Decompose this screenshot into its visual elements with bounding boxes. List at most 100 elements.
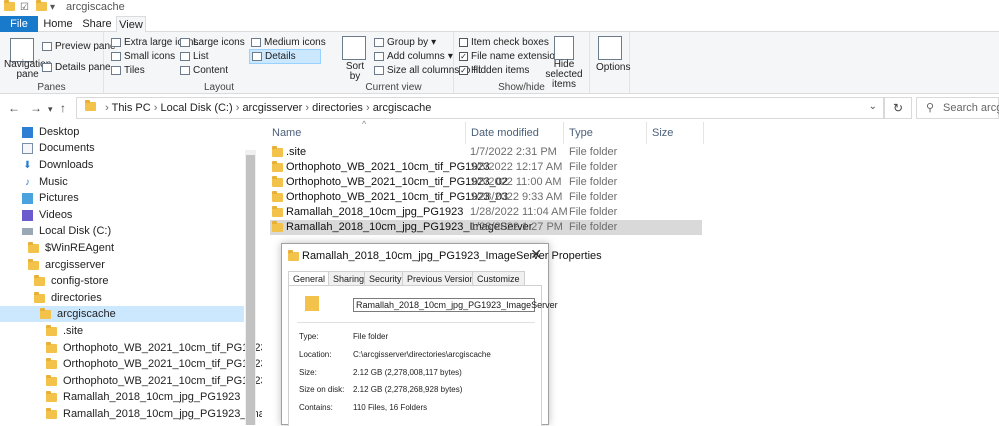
search-box[interactable]: ⚲ Search arcgisca xyxy=(916,97,999,119)
sort-ascending-icon: ^ xyxy=(362,119,367,129)
dialog-body: Ramallah_2018_10cm_jpg_PG1923_ImageServe… xyxy=(288,285,558,426)
title-bar: ☑ ▾ arcgiscache xyxy=(0,0,999,16)
tab-home[interactable]: Home xyxy=(38,16,78,32)
sort-by-button[interactable]: Sort by xyxy=(342,62,368,82)
recent-dropdown-icon[interactable]: ▾ xyxy=(48,104,53,115)
address-bar[interactable]: › This PC › Local Disk (C:) › arcgisserv… xyxy=(76,97,884,119)
layout-medium-icons[interactable]: Medium icons xyxy=(251,37,326,48)
add-columns-button[interactable]: Add columns ▾ xyxy=(374,51,453,62)
options-button[interactable]: Options xyxy=(596,62,630,73)
nav-item-config-store[interactable]: config-store xyxy=(34,273,108,289)
layout-details[interactable]: Details xyxy=(249,49,321,64)
videos-icon xyxy=(22,209,33,221)
pictures-icon xyxy=(22,192,33,204)
new-folder-quick-icon[interactable] xyxy=(36,0,47,14)
folder-icon xyxy=(34,274,45,286)
nav-item-pictures[interactable]: Pictures xyxy=(22,190,79,206)
nav-item-downloads[interactable]: ⬇ Downloads xyxy=(22,157,93,173)
nav-item-desktop[interactable]: Desktop xyxy=(22,124,79,140)
quick-access-dropdown-icon[interactable]: ▾ xyxy=(50,2,55,13)
group-layout: Extra large icons Large icons Medium ico… xyxy=(104,32,334,94)
folder-icon xyxy=(4,0,15,14)
tab-security[interactable]: Security xyxy=(364,271,407,286)
layout-tiles[interactable]: Tiles xyxy=(111,65,145,76)
folder-icon xyxy=(46,390,57,402)
file-row[interactable]: Orthophoto_WB_2021_10cm_tif_PG1923_03 1/2… xyxy=(270,190,702,205)
panes-label: Panes xyxy=(37,82,66,93)
folder-icon xyxy=(34,291,45,303)
file-row[interactable]: Orthophoto_WB_2021_10cm_tif_PG1923_02 1/8… xyxy=(270,175,702,190)
nav-scrollbar-thumb[interactable] xyxy=(246,155,255,425)
folder-icon xyxy=(28,258,39,270)
music-icon: ♪ xyxy=(25,176,30,188)
folder-icon xyxy=(46,357,57,369)
file-row-selected[interactable]: Ramallah_2018_10cm_jpg_PG1923_ImageServe… xyxy=(270,220,702,235)
nav-item-videos[interactable]: Videos xyxy=(22,207,72,223)
crumb-local-disk[interactable]: Local Disk (C:) xyxy=(161,102,233,114)
group-by-button[interactable]: Group by ▾ xyxy=(374,37,436,48)
crumb-arcgisserver[interactable]: arcgisserver xyxy=(242,102,302,114)
refresh-icon: ↻ xyxy=(892,101,904,115)
layout-content[interactable]: Content xyxy=(180,65,228,76)
crumb-arcgiscache[interactable]: arcgiscache xyxy=(373,102,432,114)
details-pane-icon xyxy=(42,63,52,72)
tab-view[interactable]: View xyxy=(116,16,146,33)
nav-item-directories[interactable]: directories xyxy=(34,290,102,306)
layout-list[interactable]: List xyxy=(180,51,209,62)
hidden-items-toggle[interactable]: ✓ Hidden items xyxy=(459,65,529,76)
column-header-name[interactable]: Name xyxy=(272,125,301,141)
layout-large-icons[interactable]: Large icons xyxy=(180,37,245,48)
search-input[interactable]: Search arcgisca xyxy=(943,102,999,114)
navigation-pane-button[interactable]: Navigation pane xyxy=(4,60,51,80)
folder-icon xyxy=(272,191,283,202)
ribbon: Navigation pane Preview pane Details pan… xyxy=(0,32,999,94)
prop-location-value: C:\arcgisserver\directories\arcgiscache xyxy=(353,350,491,359)
refresh-button[interactable]: ↻ xyxy=(884,97,912,119)
hide-selected-icon xyxy=(554,36,574,60)
column-header-size[interactable]: Size xyxy=(652,125,673,141)
nav-item-local-disk[interactable]: Local Disk (C:) xyxy=(22,223,111,239)
tab-share[interactable]: Share xyxy=(78,16,116,32)
folder-name-field[interactable]: Ramallah_2018_10cm_jpg_PG1923_ImageServe… xyxy=(353,298,558,312)
prop-location-label: Location: xyxy=(299,350,332,359)
file-row[interactable]: Ramallah_2018_10cm_jpg_PG1923 1/28/2022 1… xyxy=(270,205,702,220)
group-current-view: Sort by Group by ▾ Add columns ▾ Size all … xyxy=(334,32,481,94)
up-icon[interactable]: ↑ xyxy=(60,101,66,115)
back-icon[interactable]: ← xyxy=(8,101,20,115)
folder-icon xyxy=(272,161,283,172)
file-row[interactable]: .site 1/7/2022 2:31 PM File folder xyxy=(270,145,702,160)
dialog-title: Ramallah_2018_10cm_jpg_PG1923_ImageServe… xyxy=(302,250,602,262)
nav-item-ramallah[interactable]: Ramallah_2018_10cm_jpg_PG1923 xyxy=(46,389,240,405)
nav-item-arcgisserver[interactable]: arcgisserver xyxy=(28,257,105,273)
item-check-boxes-toggle[interactable]: Item check boxes xyxy=(459,37,549,48)
prop-contains-label: Contains: xyxy=(299,403,333,412)
close-icon[interactable]: ✕ xyxy=(530,246,542,263)
forward-icon[interactable]: → xyxy=(30,101,42,115)
prop-type-value: File folder xyxy=(353,332,389,341)
crumb-directories[interactable]: directories xyxy=(312,102,363,114)
crumb-this-pc[interactable]: This PC xyxy=(112,102,151,114)
nav-item-ortho-1[interactable]: Orthophoto_WB_2021_10cm_tif_PG1923 xyxy=(46,340,267,356)
options-icon xyxy=(598,36,622,60)
checked-icon: ✓ xyxy=(459,52,468,61)
tab-sharing[interactable]: Sharing xyxy=(328,271,370,286)
column-header-type[interactable]: Type xyxy=(569,125,593,141)
address-dropdown-icon[interactable]: ⌄ xyxy=(869,101,877,112)
file-row[interactable]: Orthophoto_WB_2021_10cm_tif_PG1923 1/8/20… xyxy=(270,160,702,175)
divider xyxy=(297,322,535,323)
tab-customize[interactable]: Customize xyxy=(472,271,525,286)
nav-item-arcgiscache[interactable]: arcgiscache xyxy=(0,306,244,322)
folder-icon xyxy=(28,241,39,253)
column-header-date[interactable]: Date modified xyxy=(471,125,539,141)
nav-item-documents[interactable]: Documents xyxy=(22,140,95,156)
prop-contains-value: 110 Files, 16 Folders xyxy=(353,403,428,412)
nav-item-music[interactable]: ♪ Music xyxy=(22,174,68,190)
tab-file[interactable]: File xyxy=(0,16,38,32)
layout-small-icons[interactable]: Small icons xyxy=(111,51,175,62)
nav-item-site[interactable]: .site xyxy=(46,323,83,339)
nav-item-winreagent[interactable]: $WinREAgent xyxy=(28,240,114,256)
properties-quick-icon[interactable]: ☑ xyxy=(20,2,29,13)
folder-icon xyxy=(46,374,57,386)
folder-icon xyxy=(46,341,57,353)
details-pane-button[interactable]: Details pane xyxy=(42,62,111,73)
